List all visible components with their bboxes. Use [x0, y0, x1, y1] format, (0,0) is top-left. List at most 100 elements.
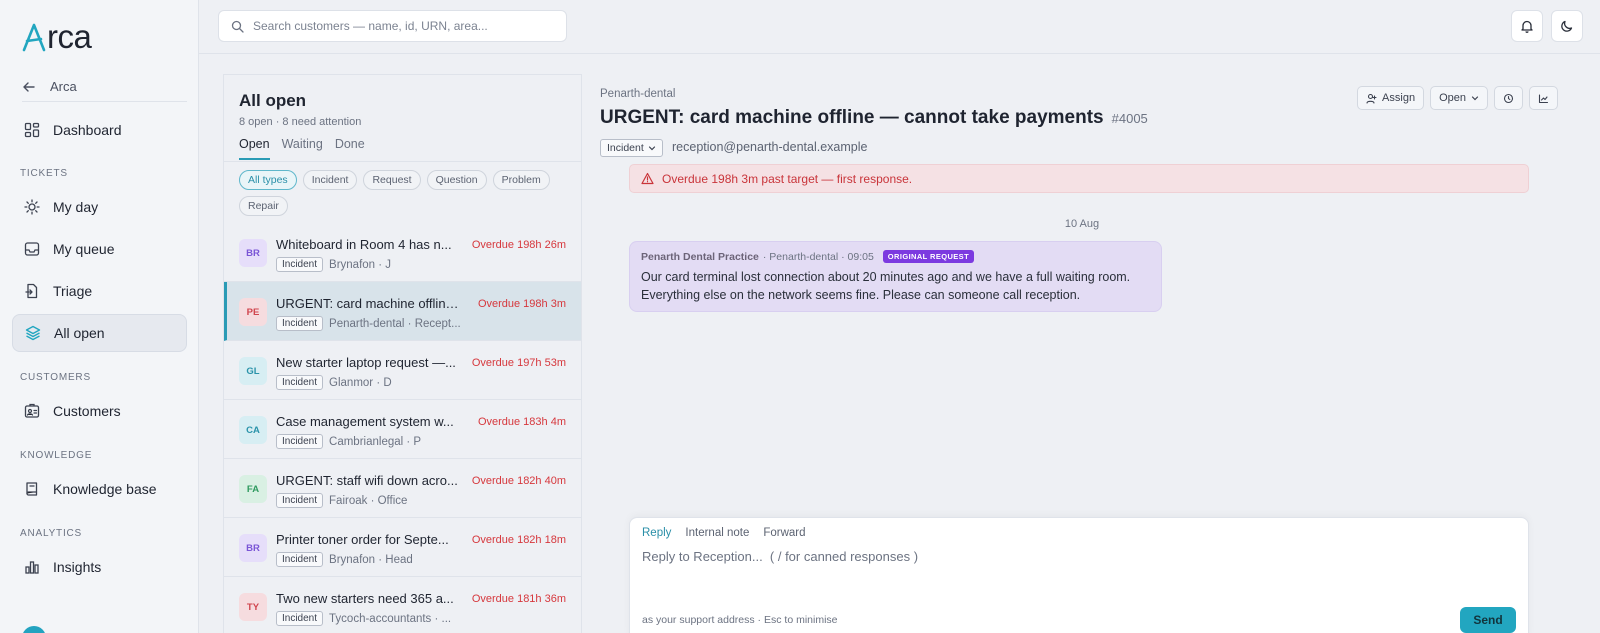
sidebar-item-customers[interactable]: Customers — [12, 392, 187, 430]
sidebar-item-label: Knowledge base — [53, 481, 157, 497]
notifications-button[interactable] — [1511, 10, 1543, 42]
status-label: Open — [1439, 92, 1466, 104]
tab-forward[interactable]: Forward — [763, 527, 805, 539]
more-options-button[interactable] — [1529, 86, 1558, 110]
ticket-row[interactable]: CA Case management system w... Overdue 1… — [224, 400, 581, 459]
chevron-down-icon — [648, 146, 655, 151]
filter-question[interactable]: Question — [426, 170, 487, 190]
ticket-row[interactable]: BR Whiteboard in Room 4 has n... Overdue… — [224, 223, 581, 282]
tabs-divider — [224, 161, 581, 162]
ticket-title-text: URGENT: card machine offline — cannot ta… — [600, 107, 1104, 128]
layers-icon — [25, 325, 41, 341]
tab-waiting[interactable]: Waiting — [282, 137, 323, 160]
filter-repair[interactable]: Repair — [239, 196, 288, 216]
sidebar-item-label: Insights — [53, 559, 102, 575]
sidebar-item-label: All open — [54, 325, 105, 341]
assign-label: Assign — [1382, 92, 1416, 104]
overdue-label: Overdue 198h 3m — [477, 298, 566, 310]
filter-problem[interactable]: Problem — [492, 170, 550, 190]
sidebar-item-triage[interactable]: Triage — [12, 272, 187, 310]
section-label-customers: CUSTOMERS — [20, 372, 91, 383]
composer-tabs: Reply Internal note Forward — [642, 527, 806, 539]
ticket-row-org: Brynafon · Head — [329, 553, 413, 566]
sidebar-item-label: My queue — [53, 241, 115, 257]
ticket-row-title: New starter laptop request —... — [276, 355, 456, 370]
section-label-knowledge: KNOWLEDGE — [20, 450, 93, 461]
warning-icon — [641, 172, 654, 185]
reply-input[interactable] — [642, 549, 1502, 599]
sidebar-item-insights[interactable]: Insights — [12, 548, 187, 586]
list-tabs: Open Waiting Done — [239, 137, 365, 160]
avatar: TY — [239, 593, 267, 621]
type-badge: Incident — [276, 257, 324, 272]
ticket-row[interactable]: GL New starter laptop request —... Overd… — [224, 341, 581, 400]
overdue-label: Overdue 198h 26m — [471, 239, 566, 251]
original-request-badge: ORIGINAL REQUEST — [882, 250, 975, 263]
type-badge: Incident — [276, 316, 324, 331]
app-logo[interactable]: rca — [22, 18, 92, 56]
book-icon — [26, 482, 38, 496]
ticket-type-select[interactable]: Incident — [600, 139, 663, 157]
ticket-list-panel: All open 8 open · 8 need attention Open … — [223, 74, 582, 633]
composer-hint: as your support address · Esc to minimis… — [642, 614, 838, 626]
type-filters: All types Incident Request Question Prob… — [239, 170, 569, 216]
sparkline-icon — [1538, 93, 1549, 103]
filter-request[interactable]: Request — [363, 170, 421, 190]
back-link[interactable]: Arca — [22, 76, 187, 102]
sidebar-item-dashboard[interactable]: Dashboard — [12, 111, 187, 149]
top-bar — [199, 0, 1600, 54]
sidebar: rca Arca Dashboard TICKETS My day My que… — [0, 0, 199, 633]
filter-incident[interactable]: Incident — [302, 170, 358, 190]
sidebar-item-label: Dashboard — [53, 122, 122, 138]
snooze-button[interactable] — [1494, 86, 1523, 110]
tab-internal-note[interactable]: Internal note — [685, 527, 749, 539]
sidebar-item-label: Customers — [53, 403, 121, 419]
message-author: Penarth Dental Practice — [641, 250, 759, 263]
theme-toggle-button[interactable] — [1551, 10, 1583, 42]
ticket-row-title: URGENT: staff wifi down acro... — [276, 473, 458, 488]
filter-all-types[interactable]: All types — [239, 170, 297, 190]
avatar: FA — [239, 475, 267, 503]
ticket-detail: Penarth-dental URGENT: card machine offl… — [582, 74, 1600, 633]
search-input[interactable] — [253, 19, 553, 33]
sun-icon — [24, 199, 40, 215]
ticket-id: #4005 — [1111, 111, 1148, 126]
ticket-type-label: Incident — [607, 142, 644, 154]
ticket-row-org: Tycoch-accountants · ... — [329, 612, 452, 625]
assign-button[interactable]: Assign — [1357, 86, 1425, 110]
grid-icon — [24, 122, 40, 138]
ticket-row-selected[interactable]: PE URGENT: card machine offline ... Over… — [224, 282, 581, 341]
list-subtitle: 8 open · 8 need attention — [239, 116, 362, 128]
overdue-label: Overdue 183h 4m — [477, 416, 566, 428]
type-badge: Incident — [276, 552, 324, 567]
tab-reply[interactable]: Reply — [642, 527, 671, 539]
date-separator: 10 Aug — [1064, 218, 1100, 230]
sidebar-item-my-queue[interactable]: My queue — [12, 230, 187, 268]
search-box[interactable] — [218, 10, 567, 42]
send-button[interactable]: Send — [1460, 607, 1516, 633]
file-import-icon — [25, 283, 38, 299]
overdue-label: Overdue 197h 53m — [471, 357, 566, 369]
user-avatar[interactable] — [22, 626, 46, 633]
sidebar-item-knowledge-base[interactable]: Knowledge base — [12, 470, 187, 508]
bar-chart-icon — [25, 561, 39, 574]
status-select[interactable]: Open — [1430, 86, 1488, 110]
tab-open[interactable]: Open — [239, 137, 270, 160]
ticket-title: URGENT: card machine offline — cannot ta… — [600, 107, 1148, 129]
section-label-analytics: ANALYTICS — [20, 528, 83, 539]
user-plus-icon — [1366, 93, 1377, 104]
ticket-row[interactable]: TY Two new starters need 365 a... Overdu… — [224, 577, 581, 633]
ticket-row[interactable]: BR Printer toner order for Septe... Over… — [224, 518, 581, 577]
breadcrumb[interactable]: Penarth-dental — [600, 88, 675, 100]
sidebar-item-my-day[interactable]: My day — [12, 188, 187, 226]
type-badge: Incident — [276, 493, 324, 508]
ticket-row[interactable]: FA URGENT: staff wifi down acro... Overd… — [224, 459, 581, 518]
type-badge: Incident — [276, 611, 324, 626]
id-card-icon — [24, 403, 40, 418]
requester-email[interactable]: reception@penarth-dental.example — [672, 140, 867, 154]
tab-done[interactable]: Done — [335, 137, 365, 160]
avatar: BR — [239, 534, 267, 562]
sidebar-item-all-open[interactable]: All open — [12, 314, 187, 352]
arrow-left-icon — [23, 81, 35, 92]
ticket-row-org: Penarth-dental · Recept... — [329, 317, 461, 330]
